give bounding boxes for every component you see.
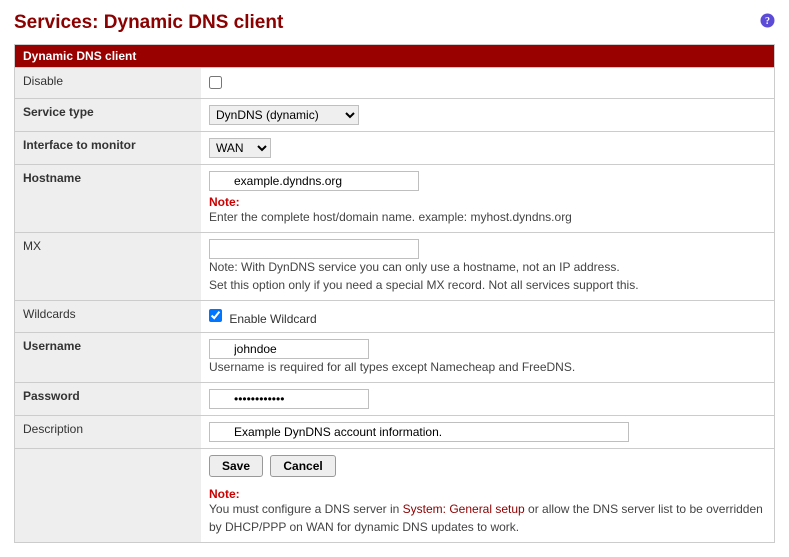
- page-title-text: Services: Dynamic DNS client: [14, 12, 283, 34]
- footer-link[interactable]: System: General setup: [403, 502, 525, 516]
- cancel-button[interactable]: Cancel: [270, 455, 335, 477]
- hostname-note: Enter the complete host/domain name. exa…: [209, 210, 572, 224]
- section-header: Dynamic DNS client: [15, 45, 775, 68]
- wildcards-checkbox[interactable]: [209, 309, 222, 322]
- interface-select[interactable]: WAN: [209, 138, 271, 158]
- hostname-note-label: Note:: [209, 195, 766, 209]
- username-input[interactable]: [209, 339, 369, 359]
- mx-note: Note: With DynDNS service you can only u…: [209, 260, 639, 291]
- hostname-label: Hostname: [15, 165, 202, 233]
- actions-spacer: [15, 449, 202, 543]
- help-icon[interactable]: [760, 12, 775, 34]
- wildcards-label: Wildcards: [15, 301, 202, 333]
- mx-label: MX: [15, 233, 202, 301]
- footer-text-before: You must configure a DNS server in: [209, 502, 403, 516]
- service-type-select[interactable]: DynDNS (dynamic): [209, 105, 359, 125]
- mx-input[interactable]: [209, 239, 419, 259]
- hostname-input[interactable]: [209, 171, 419, 191]
- footer-note: You must configure a DNS server in Syste…: [209, 502, 763, 533]
- footer-note-label: Note:: [209, 487, 766, 501]
- username-label: Username: [15, 333, 202, 383]
- disable-checkbox[interactable]: [209, 76, 222, 89]
- save-button[interactable]: Save: [209, 455, 263, 477]
- password-label: Password: [15, 383, 202, 416]
- description-label: Description: [15, 416, 202, 449]
- interface-label: Interface to monitor: [15, 132, 202, 165]
- disable-label: Disable: [15, 68, 202, 99]
- username-note: Username is required for all types excep…: [209, 360, 575, 374]
- service-type-label: Service type: [15, 99, 202, 132]
- wildcards-checkbox-label: Enable Wildcard: [229, 312, 316, 326]
- page-title: Services: Dynamic DNS client: [14, 12, 775, 34]
- password-input[interactable]: [209, 389, 369, 409]
- settings-form: Dynamic DNS client Disable Service type …: [14, 44, 775, 543]
- description-input[interactable]: [209, 422, 629, 442]
